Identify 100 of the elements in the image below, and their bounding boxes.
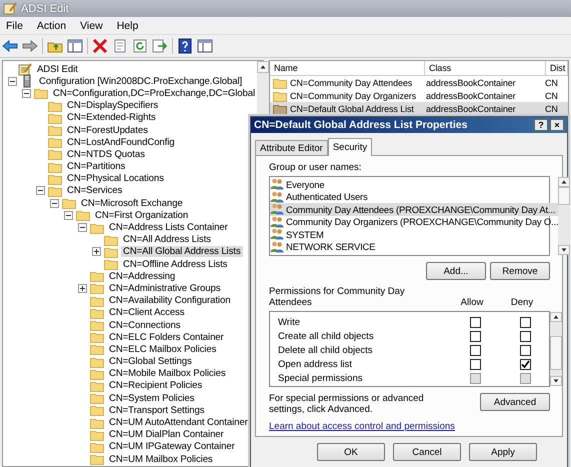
panel-icon[interactable] — [67, 39, 83, 53]
checkbox[interactable] — [520, 330, 530, 342]
tree-item[interactable]: CN=UM Mailbox Policies — [107, 454, 215, 465]
dialog-title: CN=Default Global Address List Properties — [254, 119, 468, 131]
collapse-icon[interactable] — [36, 186, 44, 196]
folder-icon — [90, 319, 104, 332]
tree-item[interactable]: CN=Client Access — [107, 307, 186, 318]
permission-name: Delete all child objects — [277, 344, 374, 356]
tree-item[interactable]: CN=All Address Lists — [121, 234, 213, 246]
collapse-icon[interactable] — [78, 223, 86, 232]
close-button[interactable]: × — [550, 119, 564, 131]
tree-item[interactable]: CN=ELC Folders Container — [107, 332, 226, 343]
scroll-thumb[interactable] — [558, 187, 570, 205]
dialog-button[interactable]: Apply — [469, 443, 537, 461]
user-item[interactable]: Community Day Attendees (PROEXCHANGE\Community Day At... — [270, 203, 558, 216]
tree-item[interactable]: CN=DisplaySpecifiers — [65, 100, 160, 112]
column-header[interactable]: Name — [270, 61, 425, 75]
collapse-icon[interactable] — [22, 88, 30, 98]
forward-arrow-icon[interactable] — [22, 39, 38, 53]
collapse-icon[interactable] — [8, 76, 16, 86]
tree-item[interactable]: CN=Recipient Policies — [107, 380, 204, 392]
checkbox[interactable] — [520, 358, 530, 370]
folder-icon — [48, 112, 62, 124]
permission-name: Create all child objects — [277, 330, 375, 342]
tree-item[interactable]: CN=Partitions — [65, 161, 128, 172]
user-item[interactable]: Community Day Organizers (PROEXCHANGE\Community Day O... — [270, 216, 558, 228]
menu-item[interactable]: Action — [36, 20, 66, 32]
column-header[interactable]: Dist — [546, 61, 568, 75]
tree-item[interactable]: CN=System Policies — [107, 392, 196, 404]
tree-item[interactable]: CN=Extended-Rights — [65, 112, 158, 124]
tree-item[interactable]: CN=Global Settings — [107, 356, 194, 368]
tree-item[interactable]: CN=Transport Settings — [107, 404, 206, 416]
tree-item[interactable]: CN=Addressing — [107, 270, 178, 282]
checkbox[interactable] — [470, 330, 480, 342]
advanced-button[interactable]: Advanced — [480, 393, 550, 411]
tree-item[interactable]: CN=First Organization — [93, 210, 190, 221]
checkbox[interactable] — [470, 358, 480, 370]
dialog-button[interactable]: OK — [317, 443, 385, 461]
tree-item[interactable]: CN=UM AutoAttendant Container — [107, 417, 250, 428]
panel-icon[interactable] — [197, 39, 213, 53]
scroll-thumb[interactable] — [550, 336, 562, 370]
tree-item[interactable]: Configuration [Win2008DC.ProExchange.Global] — [37, 76, 244, 87]
tree-item[interactable]: CN=Physical Locations — [65, 173, 166, 184]
tree-item[interactable]: CN=NTDS Quotas — [65, 148, 147, 160]
expand-icon[interactable] — [92, 247, 100, 256]
tree-item[interactable]: ADSI Edit — [35, 64, 80, 75]
export-icon[interactable] — [152, 39, 168, 53]
dialog-button[interactable]: Cancel — [393, 443, 461, 461]
tree-item[interactable]: CN=UM IPGateway Container — [107, 441, 237, 452]
checkbox[interactable] — [520, 344, 530, 356]
collapse-icon[interactable] — [50, 198, 58, 208]
checkbox[interactable] — [520, 316, 530, 328]
tree-item[interactable]: CN=Configuration,DC=ProExchange,DC=Global — [51, 88, 258, 99]
tree-item[interactable]: CN=ELC Mailbox Policies — [107, 344, 218, 355]
folder-icon — [48, 136, 62, 148]
refresh-icon[interactable] — [132, 39, 148, 53]
menu-item[interactable]: Help — [116, 20, 138, 32]
user-item[interactable]: Everyone — [270, 178, 558, 190]
tree-item[interactable]: CN=UM DialPlan Container — [107, 429, 226, 440]
folder-icon — [90, 416, 104, 429]
list-row[interactable]: CN=Community Day Organizers addressBookContainer CN — [270, 89, 568, 102]
tree-item[interactable]: CN=Services — [65, 185, 124, 196]
tree-item[interactable]: CN=Mobile Mailbox Policies — [107, 368, 228, 380]
back-arrow-icon[interactable] — [2, 39, 18, 53]
tree-item[interactable]: CN=Availability Configuration — [107, 295, 232, 306]
column-header[interactable]: Class — [425, 61, 546, 75]
tree-item[interactable]: CN=ForestUpdates — [65, 124, 150, 136]
help-button[interactable]: ? — [534, 119, 548, 131]
checkbox[interactable] — [470, 344, 480, 356]
tree-item[interactable]: CN=All Global Address Lists — [121, 246, 243, 258]
tree-item[interactable]: CN=Address Lists Container — [107, 222, 230, 234]
tree-item[interactable]: CN=Offline Address Lists — [121, 258, 230, 270]
checkbox[interactable] — [470, 316, 480, 328]
user-item[interactable]: SYSTEM — [270, 228, 558, 240]
list-row[interactable]: CN=Default Global Address List addressBookContainer CN — [270, 102, 568, 115]
delete-icon[interactable] — [92, 39, 108, 53]
dialog-button[interactable]: Add... — [426, 262, 486, 280]
table-cell-text: CN — [544, 78, 559, 88]
scrollbar[interactable] — [558, 177, 570, 255]
tab[interactable]: Attribute Editor — [255, 140, 328, 155]
expand-icon[interactable] — [78, 284, 86, 293]
window-title: ADSI Edit — [21, 2, 69, 14]
user-item[interactable]: NETWORK SERVICE — [270, 240, 558, 253]
help-link[interactable]: Learn about access control and permissions — [269, 421, 455, 432]
tree-item[interactable]: CN=Administrative Groups — [107, 282, 222, 294]
list-row[interactable]: CN=Community Day Attendees addressBookContainer CN — [270, 76, 568, 89]
tree-item[interactable]: CN=Microsoft Exchange — [79, 198, 185, 209]
tree-item[interactable]: CN=LostAndFoundConfig — [65, 136, 176, 148]
menu-item[interactable]: View — [80, 20, 103, 32]
properties-icon[interactable] — [112, 39, 128, 53]
dialog-button[interactable]: Remove — [490, 262, 550, 280]
tree-item[interactable]: CN=Connections — [107, 320, 182, 331]
collapse-icon[interactable] — [64, 210, 72, 220]
tab[interactable]: Security — [328, 138, 372, 156]
name-cell: CN=Community Day Organizers — [290, 90, 416, 100]
help-icon[interactable] — [177, 38, 193, 54]
menu-item[interactable]: File — [6, 20, 23, 32]
user-item[interactable]: Authenticated Users — [270, 190, 558, 203]
scrollbar[interactable] — [550, 312, 562, 386]
allow-header: Allow — [460, 297, 484, 308]
